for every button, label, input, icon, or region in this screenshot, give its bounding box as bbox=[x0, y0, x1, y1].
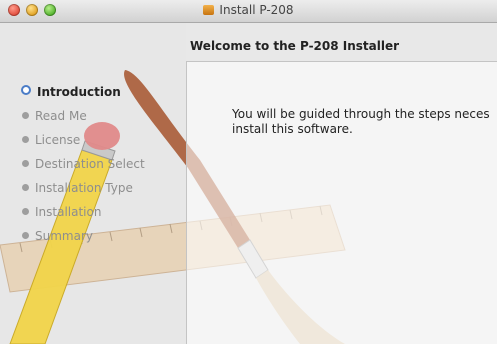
title-bar: Install P-208 bbox=[0, 0, 497, 23]
step-bullet-icon bbox=[22, 112, 29, 119]
step-bullet-icon bbox=[22, 232, 29, 239]
step-label: Destination Select bbox=[35, 157, 145, 171]
step-installation-type: Installation Type bbox=[22, 176, 145, 200]
package-icon bbox=[203, 5, 215, 15]
installer-heading: Welcome to the P-208 Installer bbox=[190, 39, 400, 53]
step-read-me: Read Me bbox=[22, 104, 145, 128]
step-bullet-icon bbox=[22, 160, 29, 167]
step-summary: Summary bbox=[22, 224, 145, 248]
intro-text: You will be guided through the steps nec… bbox=[232, 107, 490, 136]
step-license: License bbox=[22, 128, 145, 152]
step-label: Summary bbox=[35, 229, 93, 243]
step-label: Read Me bbox=[35, 109, 87, 123]
step-label: Installation Type bbox=[35, 181, 133, 195]
step-installation: Installation bbox=[22, 200, 145, 224]
window-title: Install P-208 bbox=[0, 3, 497, 17]
step-current-bullet-icon bbox=[21, 85, 31, 95]
installer-steps-list: Introduction Read Me License Destination… bbox=[21, 80, 145, 248]
step-label: License bbox=[35, 133, 81, 147]
step-bullet-icon bbox=[22, 184, 29, 191]
step-destination-select: Destination Select bbox=[22, 152, 145, 176]
step-bullet-icon bbox=[22, 208, 29, 215]
window-title-text: Install P-208 bbox=[219, 3, 294, 17]
step-introduction: Introduction bbox=[21, 80, 145, 104]
content-panel: You will be guided through the steps nec… bbox=[186, 61, 497, 344]
step-label: Introduction bbox=[37, 85, 121, 99]
step-bullet-icon bbox=[22, 136, 29, 143]
step-label: Installation bbox=[35, 205, 102, 219]
installer-window: Install P-208 Introduction Read Me Licen… bbox=[0, 0, 497, 344]
